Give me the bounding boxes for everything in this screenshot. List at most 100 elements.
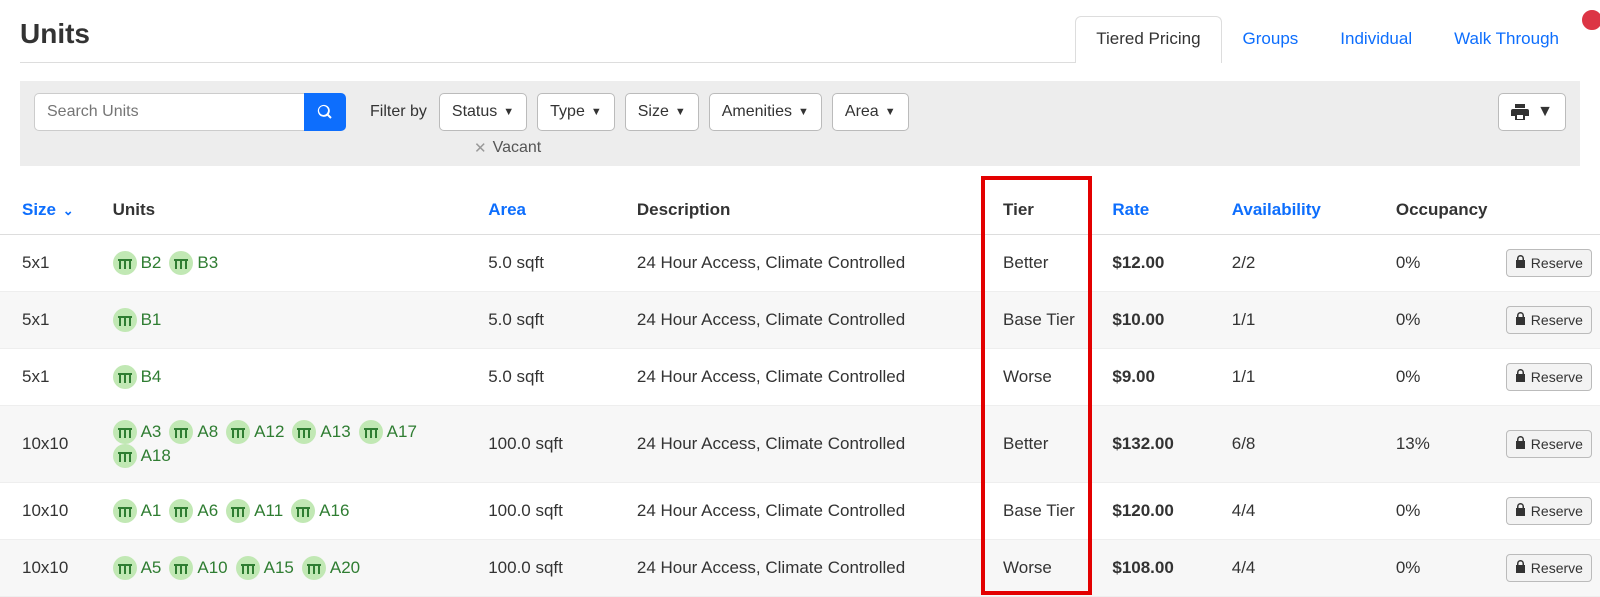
reserve-button[interactable]: Reserve	[1506, 249, 1592, 277]
unit-icon	[113, 251, 137, 275]
printer-icon	[1511, 104, 1529, 120]
unit-link[interactable]: B1	[113, 308, 162, 332]
unit-id: A11	[254, 501, 283, 521]
col-availability[interactable]: Availability	[1224, 186, 1388, 235]
table-row: 10x10A3A8A12A13A17A18100.0 sqft24 Hour A…	[0, 406, 1600, 483]
lock-icon	[1515, 312, 1526, 328]
cell-tier: Base Tier	[995, 483, 1104, 540]
cell-units: B4	[105, 349, 481, 406]
unit-link[interactable]: B2	[113, 251, 162, 275]
filter-amenities-dropdown[interactable]: Amenities ▼	[709, 93, 822, 131]
col-units: Units	[105, 186, 481, 235]
filter-size-dropdown[interactable]: Size ▼	[625, 93, 699, 131]
cell-availability: 4/4	[1224, 483, 1388, 540]
col-rate[interactable]: Rate	[1104, 186, 1223, 235]
lock-icon	[1515, 369, 1526, 385]
notification-badge[interactable]	[1580, 8, 1600, 32]
reserve-button[interactable]: Reserve	[1506, 363, 1592, 391]
unit-id: A16	[319, 501, 349, 521]
cell-rate: $9.00	[1104, 349, 1223, 406]
search-wrap	[34, 93, 346, 131]
unit-id: A10	[197, 558, 227, 578]
cell-area: 5.0 sqft	[480, 349, 629, 406]
reserve-button[interactable]: Reserve	[1506, 306, 1592, 334]
unit-icon	[113, 556, 137, 580]
filter-type-dropdown[interactable]: Type ▼	[537, 93, 615, 131]
col-area[interactable]: Area	[480, 186, 629, 235]
cell-tier: Better	[995, 235, 1104, 292]
unit-link[interactable]: A10	[169, 556, 227, 580]
cell-availability: 4/4	[1224, 540, 1388, 597]
unit-link[interactable]: A17	[359, 420, 417, 444]
col-description: Description	[629, 186, 995, 235]
cell-units: B2 B3	[105, 235, 481, 292]
col-size[interactable]: Size ⌄	[0, 186, 105, 235]
filter-status-dropdown[interactable]: Status ▼	[439, 93, 527, 131]
tab-groups[interactable]: Groups	[1222, 16, 1320, 63]
unit-link[interactable]: A16	[291, 499, 349, 523]
reserve-button[interactable]: Reserve	[1506, 497, 1592, 525]
unit-link[interactable]: A11	[226, 499, 283, 523]
page-title: Units	[20, 18, 90, 50]
search-button[interactable]	[304, 93, 346, 131]
cell-units: A1 A6 A11 A16	[105, 483, 481, 540]
unit-id: B2	[141, 253, 162, 273]
cell-area: 5.0 sqft	[480, 292, 629, 349]
unit-link[interactable]: A1	[113, 499, 162, 523]
unit-icon	[359, 420, 383, 444]
cell-size: 5x1	[0, 349, 105, 406]
print-button[interactable]: ▼	[1498, 93, 1566, 131]
cell-occupancy: 0%	[1388, 292, 1498, 349]
unit-id: A17	[387, 422, 417, 442]
unit-icon	[169, 556, 193, 580]
unit-icon	[292, 420, 316, 444]
cell-units: B1	[105, 292, 481, 349]
unit-icon	[291, 499, 315, 523]
col-tier: Tier	[995, 186, 1104, 235]
unit-link[interactable]: B4	[113, 365, 162, 389]
unit-link[interactable]: A15	[236, 556, 294, 580]
unit-link[interactable]: A12	[226, 420, 284, 444]
chevron-down-icon: ⌄	[63, 203, 74, 218]
unit-icon	[113, 308, 137, 332]
unit-link[interactable]: A13	[292, 420, 350, 444]
unit-icon	[113, 420, 137, 444]
table-row: 5x1B2B35.0 sqft24 Hour Access, Climate C…	[0, 235, 1600, 292]
unit-link[interactable]: A20	[302, 556, 360, 580]
filter-area-dropdown[interactable]: Area ▼	[832, 93, 909, 131]
unit-id: A13	[320, 422, 350, 442]
lock-icon	[1515, 560, 1526, 576]
unit-link[interactable]: A8	[169, 420, 218, 444]
cell-reserve: Reserve	[1498, 540, 1600, 597]
cell-tier: Base Tier	[995, 292, 1104, 349]
cell-occupancy: 13%	[1388, 406, 1498, 483]
unit-id: A20	[330, 558, 360, 578]
cell-reserve: Reserve	[1498, 406, 1600, 483]
search-input[interactable]	[34, 93, 304, 131]
unit-link[interactable]: A5	[113, 556, 162, 580]
cell-occupancy: 0%	[1388, 349, 1498, 406]
unit-icon	[236, 556, 260, 580]
caret-down-icon: ▼	[503, 106, 514, 118]
cell-area: 100.0 sqft	[480, 406, 629, 483]
tab-walk-through[interactable]: Walk Through	[1433, 16, 1580, 63]
cell-availability: 6/8	[1224, 406, 1388, 483]
reserve-button[interactable]: Reserve	[1506, 430, 1592, 458]
cell-availability: 2/2	[1224, 235, 1388, 292]
unit-link[interactable]: A18	[113, 444, 171, 468]
unit-id: A3	[141, 422, 162, 442]
cell-rate: $108.00	[1104, 540, 1223, 597]
unit-icon	[113, 365, 137, 389]
reserve-button[interactable]: Reserve	[1506, 554, 1592, 582]
unit-link[interactable]: A6	[169, 499, 218, 523]
tab-tiered-pricing[interactable]: Tiered Pricing	[1075, 16, 1221, 63]
close-icon[interactable]: ✕	[474, 139, 487, 157]
cell-description: 24 Hour Access, Climate Controlled	[629, 235, 995, 292]
unit-link[interactable]: B3	[169, 251, 218, 275]
unit-link[interactable]: A3	[113, 420, 162, 444]
filter-bar: Filter by Status ▼Type ▼Size ▼Amenities …	[20, 81, 1580, 166]
cell-description: 24 Hour Access, Climate Controlled	[629, 406, 995, 483]
tab-individual[interactable]: Individual	[1319, 16, 1433, 63]
cell-reserve: Reserve	[1498, 292, 1600, 349]
lock-icon	[1515, 436, 1526, 452]
